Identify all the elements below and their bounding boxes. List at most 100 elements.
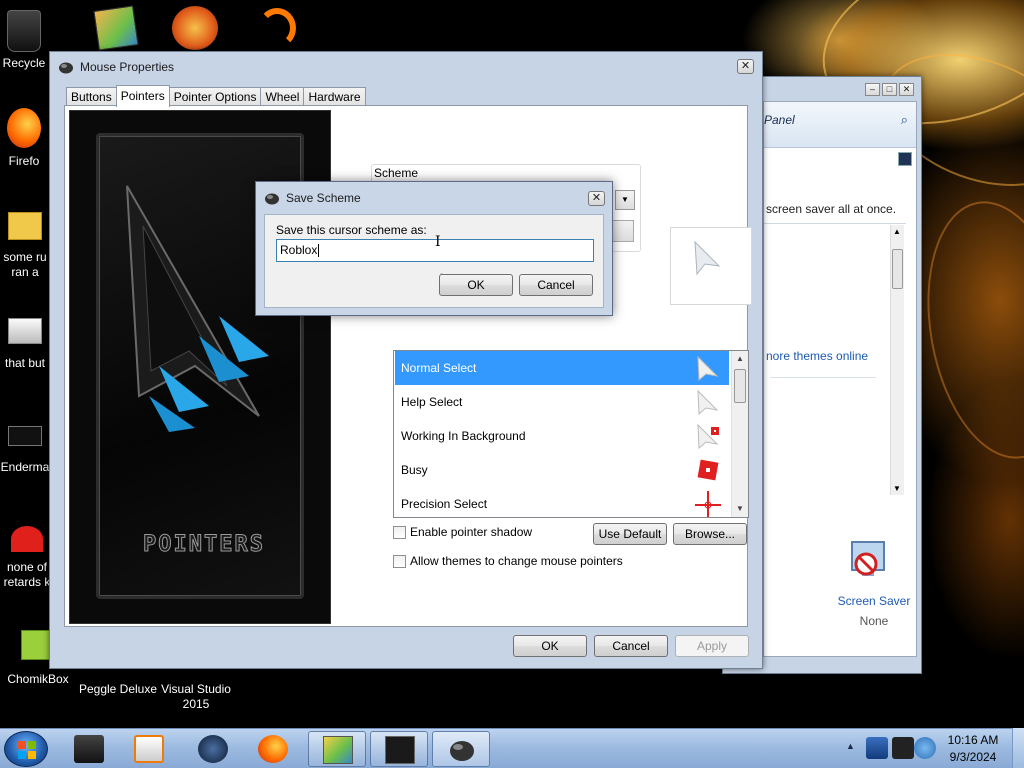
- scrollbar-thumb[interactable]: [734, 369, 746, 403]
- close-icon[interactable]: ✕: [588, 191, 605, 206]
- network-icon[interactable]: [866, 737, 888, 759]
- scheme-name-label: Save this cursor scheme as:: [276, 223, 427, 237]
- show-desktop-button[interactable]: [1012, 728, 1024, 768]
- list-item[interactable]: Help Select: [395, 385, 729, 419]
- chevron-up-icon[interactable]: ▲: [846, 741, 855, 751]
- volume-icon[interactable]: [914, 737, 936, 759]
- apply-button[interactable]: Apply: [675, 635, 749, 657]
- list-scrollbar[interactable]: ▲ ▼: [731, 351, 748, 517]
- scroll-up-icon[interactable]: ▲: [732, 351, 748, 367]
- list-item-label: Normal Select: [401, 361, 477, 375]
- taskbar-item-window[interactable]: [370, 731, 428, 767]
- divider: [770, 377, 876, 378]
- scrollbar-thumb[interactable]: [892, 249, 903, 289]
- text-caret: [318, 244, 320, 258]
- clock-time[interactable]: 10:16 AM: [936, 733, 1010, 747]
- tab-pointers[interactable]: Pointers: [115, 85, 170, 107]
- firefox-icon[interactable]: Firefo: [0, 108, 48, 169]
- screen-saver-link[interactable]: Screen Saver: [824, 594, 924, 608]
- recycle-bin-icon[interactable]: Recycle: [0, 10, 48, 71]
- more-themes-link[interactable]: nore themes online: [766, 349, 868, 363]
- allow-themes-checkbox[interactable]: Allow themes to change mouse pointers: [393, 554, 623, 568]
- desktop-icon-label: that but: [4, 356, 46, 370]
- list-item-label: Precision Select: [401, 497, 488, 511]
- list-item-label: Busy: [401, 463, 428, 477]
- taskbar-item-control-panel[interactable]: [308, 731, 366, 767]
- close-icon[interactable]: ✕: [899, 83, 914, 96]
- tab-hardware[interactable]: Hardware: [303, 87, 366, 107]
- themes-scrollbar[interactable]: ▲ ▼: [890, 225, 904, 495]
- folder-icon[interactable]: that but: [0, 318, 50, 371]
- description-text: screen saver all at once.: [766, 202, 897, 216]
- address-bar[interactable]: Panel ⌕: [764, 102, 916, 148]
- help-cursor-icon: [697, 389, 719, 415]
- globe-icon: [198, 735, 228, 763]
- enderman-icon[interactable]: Enderma: [0, 426, 50, 475]
- minimize-icon[interactable]: –: [865, 83, 880, 96]
- checkbox[interactable]: [393, 525, 406, 539]
- control-panel-content: Panel ⌕ screen saver all at once. ▲ ▼ no…: [763, 101, 917, 657]
- control-panel-icon: [323, 736, 353, 764]
- list-item[interactable]: Precision Select: [395, 487, 729, 517]
- mouse-properties-window[interactable]: Mouse Properties ✕ Buttons Pointers Poin…: [49, 51, 763, 669]
- taskbar-item-media-player[interactable]: [60, 731, 118, 767]
- art-title: POINTERS: [143, 532, 265, 558]
- list-item[interactable]: Busy: [395, 453, 729, 487]
- save-scheme-dialog[interactable]: Save Scheme ✕ Save this cursor scheme as…: [255, 181, 613, 316]
- search-icon[interactable]: ⌕: [901, 112, 908, 128]
- desktop-icon-top-3[interactable]: [258, 8, 296, 48]
- use-default-button[interactable]: Use Default: [593, 523, 667, 545]
- desktop-icon-top-1[interactable]: [93, 5, 139, 51]
- cursor-preview: [670, 227, 752, 305]
- tab-pointer-options[interactable]: Pointer Options: [168, 87, 262, 107]
- screen-saver-value: None: [859, 614, 889, 628]
- enable-shadow-checkbox[interactable]: Enable pointer shadow: [393, 525, 532, 539]
- scroll-up-icon[interactable]: ▲: [893, 227, 901, 236]
- tab-buttons[interactable]: Buttons: [66, 87, 117, 107]
- firefox-icon: [258, 735, 288, 763]
- visual-studio-icon[interactable]: Visual Studio 2015: [156, 680, 236, 712]
- start-button[interactable]: [4, 731, 48, 767]
- ok-button[interactable]: OK: [439, 274, 513, 296]
- screen-saver-icon[interactable]: [848, 540, 888, 584]
- title-bar[interactable]: Save Scheme ✕: [256, 182, 612, 214]
- desktop-icon-label: Enderma: [0, 460, 50, 474]
- clock-date[interactable]: 9/3/2024: [936, 750, 1010, 764]
- windows-logo-icon: [18, 741, 36, 759]
- title-bar[interactable]: Mouse Properties ✕: [50, 52, 762, 82]
- taskbar-item-firefox[interactable]: [244, 731, 302, 767]
- list-item-label: Help Select: [401, 395, 463, 409]
- roblox-icon[interactable]: none of retards k: [0, 526, 54, 590]
- dialog-title: Save Scheme: [286, 191, 361, 205]
- working-cursor-icon: [697, 423, 719, 449]
- list-item[interactable]: Normal Select: [395, 351, 729, 385]
- tab-wheel[interactable]: Wheel: [260, 87, 305, 107]
- ok-button[interactable]: OK: [513, 635, 587, 657]
- chevron-down-icon[interactable]: ▼: [615, 190, 635, 210]
- cancel-button[interactable]: Cancel: [519, 274, 593, 296]
- close-icon[interactable]: ✕: [737, 59, 754, 74]
- media-center-icon: [134, 735, 164, 763]
- arrow-cursor-icon: [694, 240, 721, 276]
- taskbar: ▲: [0, 728, 1024, 768]
- save-as-button[interactable]: [610, 220, 634, 242]
- list-item[interactable]: Working In Background: [395, 419, 729, 453]
- cancel-button[interactable]: Cancel: [594, 635, 668, 657]
- peggle-icon[interactable]: Peggle Deluxe: [78, 680, 158, 697]
- folder-icon[interactable]: some ru ran a: [0, 212, 50, 280]
- scheme-name-value: Roblox: [280, 243, 318, 257]
- window-icon: [385, 736, 415, 764]
- taskbar-item-mouse-properties[interactable]: [432, 731, 490, 767]
- taskbar-item-app[interactable]: [184, 731, 242, 767]
- checkbox[interactable]: [393, 554, 406, 568]
- scroll-down-icon[interactable]: ▼: [732, 501, 748, 517]
- taskbar-item-media-center[interactable]: [120, 731, 178, 767]
- browse-button[interactable]: Browse...: [673, 523, 747, 545]
- scroll-down-icon[interactable]: ▼: [893, 484, 901, 493]
- maximize-icon[interactable]: □: [882, 83, 897, 96]
- arrow-cursor-icon: [697, 355, 719, 381]
- customize-list[interactable]: Normal Select Help Select Working In Bac…: [393, 350, 749, 518]
- help-icon[interactable]: [898, 152, 912, 166]
- device-icon[interactable]: [892, 737, 914, 759]
- desktop-icon-top-2[interactable]: [172, 6, 218, 50]
